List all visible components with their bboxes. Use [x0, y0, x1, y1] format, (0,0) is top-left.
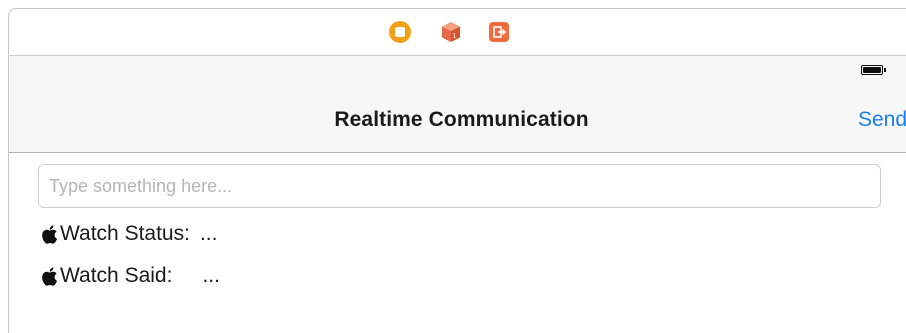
- watch-said-value: ...: [202, 264, 220, 287]
- send-button[interactable]: Send: [858, 108, 906, 132]
- apple-logo-icon: [42, 224, 58, 244]
- exit-icon[interactable]: [489, 20, 513, 44]
- first-responder-icon[interactable]: 1: [439, 20, 463, 44]
- watch-status-value: ...: [199, 222, 218, 245]
- storyboard-scene: 1 Realtime Communication Send Type somet…: [0, 0, 906, 333]
- view-controller-icon[interactable]: [389, 20, 413, 44]
- message-text-field[interactable]: [38, 164, 881, 208]
- watch-status-row: Watch Status: ...: [40, 222, 217, 246]
- scene-dock: 1: [8, 8, 906, 56]
- battery-icon: [861, 65, 883, 75]
- scene-dock-icons: 1: [389, 20, 513, 44]
- apple-logo-icon: [42, 266, 58, 286]
- svg-text:1: 1: [453, 33, 457, 40]
- navigation-bar: Realtime Communication Send: [9, 56, 906, 153]
- battery-tip: [884, 68, 886, 72]
- watch-said-label: Watch Said:: [60, 264, 173, 287]
- navigation-title: Realtime Communication: [334, 108, 589, 131]
- watch-said-row: Watch Said: ...: [40, 264, 220, 288]
- view-controller-canvas: Realtime Communication Send Watch Status…: [8, 56, 906, 333]
- watch-status-label: Watch Status:: [60, 222, 190, 245]
